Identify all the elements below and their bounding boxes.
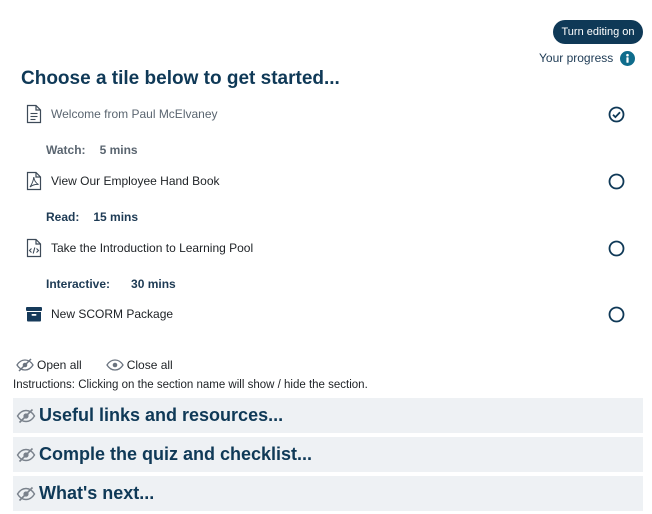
completion-empty-icon[interactable] — [608, 173, 625, 190]
activity-new-scorm-package[interactable]: New SCORM Package — [24, 304, 173, 324]
duration-label: Interactive: — [46, 277, 111, 291]
section-title[interactable]: Useful links and resources... — [39, 405, 283, 426]
activity-name[interactable]: Welcome from Paul McElvaney — [51, 107, 218, 121]
close-all-button[interactable]: Close all — [105, 358, 173, 372]
completion-checked-icon[interactable] — [608, 106, 625, 123]
activity-name[interactable]: Take the Introduction to Learning Pool — [51, 241, 253, 255]
eye-icon — [105, 359, 124, 371]
duration-value: 15 mins — [93, 210, 139, 224]
activity-employee-handbook[interactable]: View Our Employee Hand Book — [24, 171, 220, 191]
open-all-button[interactable]: Open all — [16, 358, 82, 372]
close-all-label: Close all — [126, 358, 173, 372]
your-progress-label: Your progress — [539, 51, 614, 65]
turn-editing-on-button[interactable]: Turn editing on — [553, 20, 643, 44]
pdf-icon — [24, 171, 44, 191]
eye-slash-icon — [16, 486, 36, 501]
scorm-package-icon — [24, 304, 44, 324]
activity-duration: Interactive: 30 mins — [46, 277, 176, 291]
completion-empty-icon[interactable] — [608, 306, 625, 323]
section-title[interactable]: Comple the quiz and checklist... — [39, 444, 312, 465]
your-progress: Your progress — [539, 50, 636, 66]
eye-slash-icon — [16, 447, 36, 462]
activity-welcome[interactable]: Welcome from Paul McElvaney — [24, 104, 218, 124]
section-instructions: Instructions: Clicking on the section na… — [13, 379, 368, 391]
completion-empty-icon[interactable] — [608, 240, 625, 257]
activity-duration: Watch: 5 mins — [46, 143, 138, 157]
eye-slash-icon — [16, 358, 34, 372]
page-heading: Choose a tile below to get started... — [21, 68, 340, 89]
duration-label: Watch: — [46, 143, 86, 157]
section-useful-links[interactable]: Useful links and resources... — [13, 398, 643, 433]
info-icon[interactable] — [620, 50, 636, 66]
duration-label: Read: — [46, 210, 80, 224]
activity-name[interactable]: New SCORM Package — [51, 307, 173, 321]
section-quiz-checklist[interactable]: Comple the quiz and checklist... — [13, 437, 643, 472]
section-title[interactable]: What's next... — [39, 483, 154, 504]
activity-name[interactable]: View Our Employee Hand Book — [51, 174, 220, 188]
open-all-label: Open all — [37, 358, 82, 372]
eye-slash-icon — [16, 408, 36, 423]
activity-duration: Read: 15 mins — [46, 210, 138, 224]
section-whats-next[interactable]: What's next... — [13, 476, 643, 511]
duration-value: 5 mins — [99, 143, 138, 157]
code-file-icon — [24, 238, 44, 258]
duration-value: 30 mins — [131, 277, 176, 291]
document-icon — [24, 104, 44, 124]
section-toggle-controls: Open all Close all — [16, 356, 197, 374]
activity-introduction-learning-pool[interactable]: Take the Introduction to Learning Pool — [24, 238, 253, 258]
